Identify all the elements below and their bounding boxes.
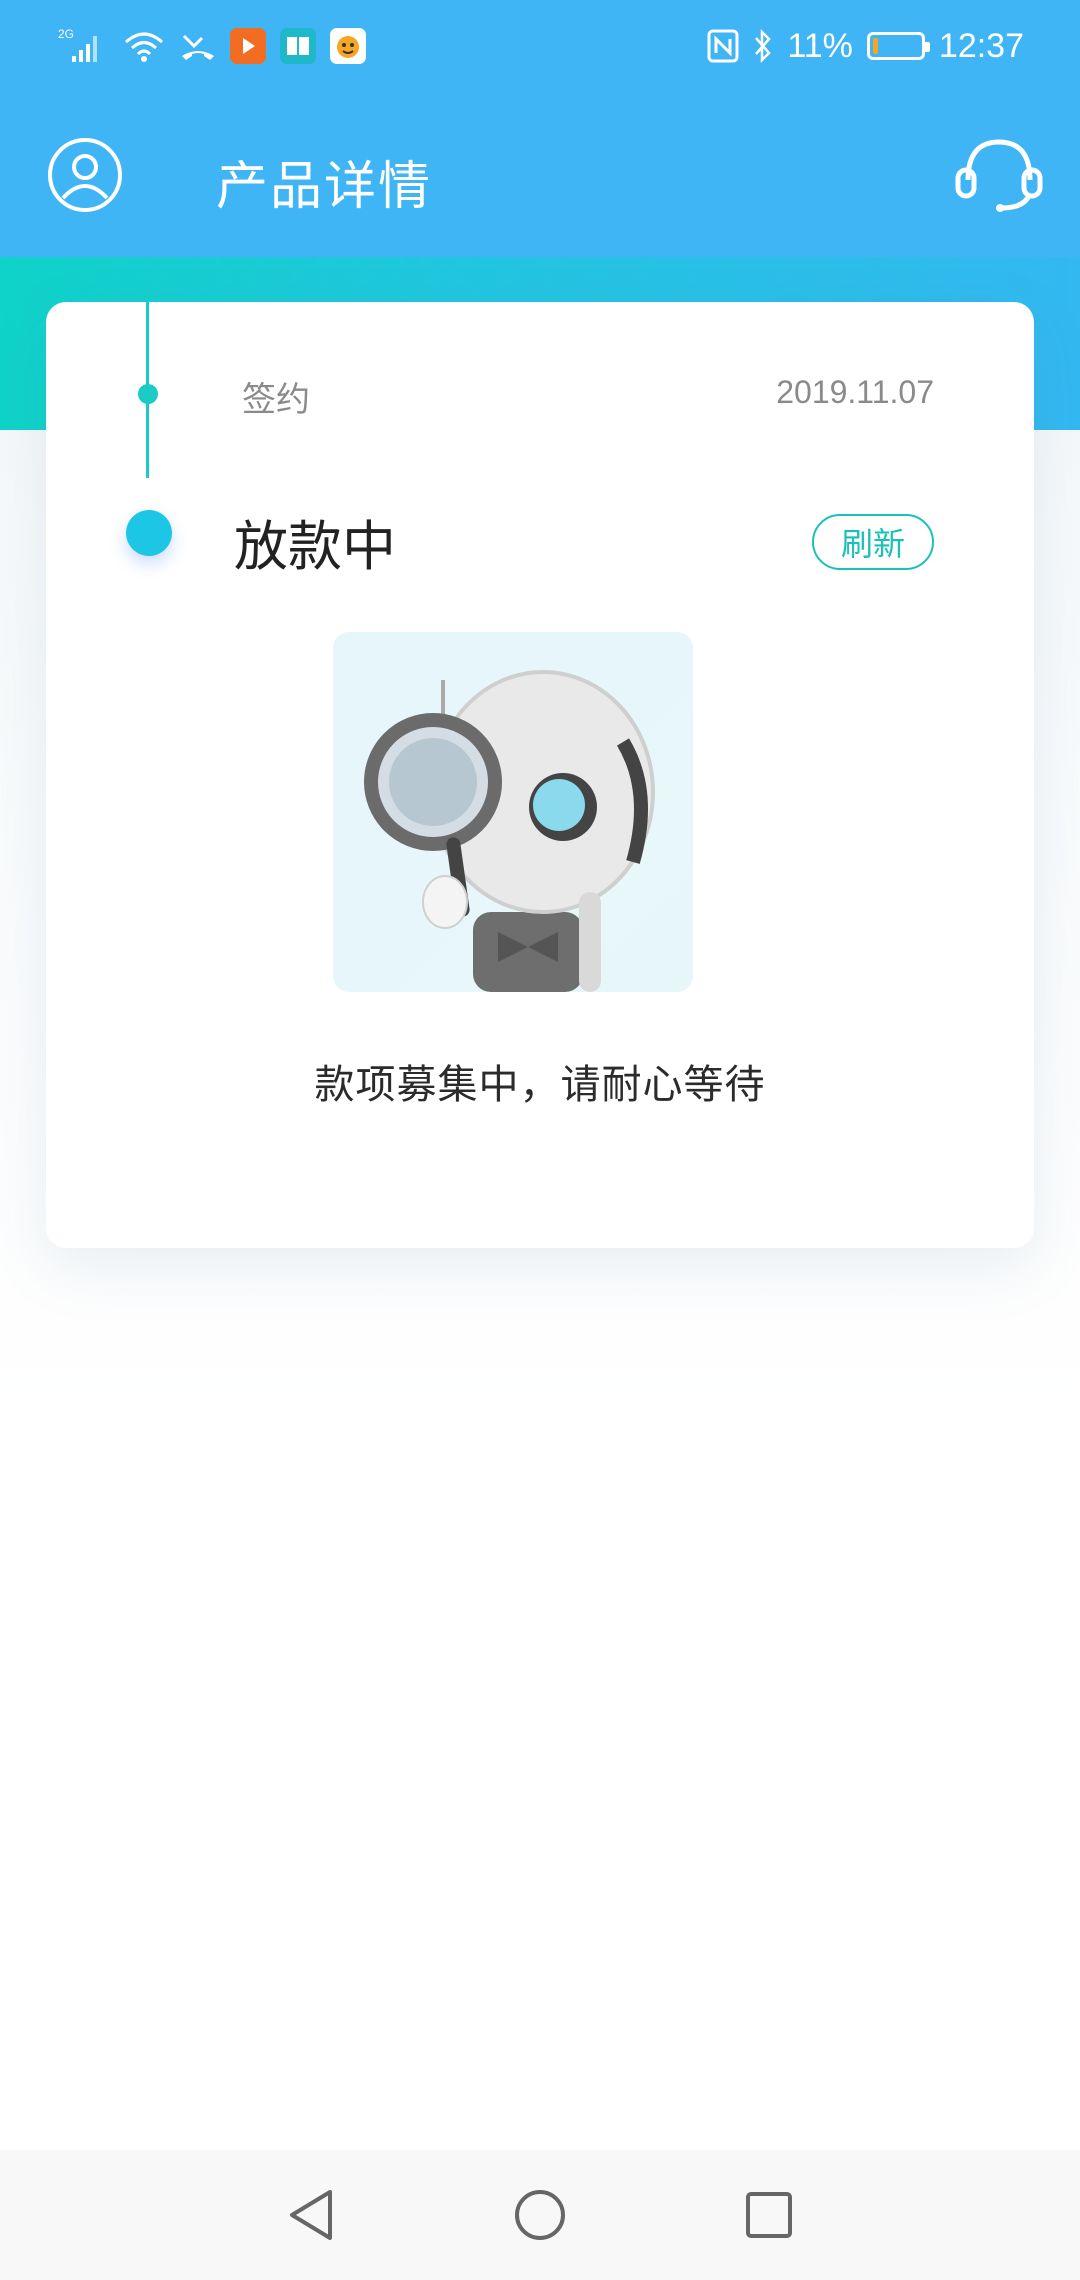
step-signing-date: 2019.11.07 <box>776 374 934 410</box>
timeline-dot-completed <box>138 384 158 404</box>
status-message: 款项募集中，请耐心等待 <box>314 1062 766 1108</box>
step-signing-label: 签约 <box>242 380 310 420</box>
product-detail-screen: 2G 11% 12:37 产品详情 签约 2019.11.07 放款中 刷新 款… <box>0 0 1080 2280</box>
video-app-icon <box>230 28 266 64</box>
back-triangle-icon[interactable] <box>276 2180 346 2250</box>
network-type: 2G <box>58 27 74 41</box>
status-bar-right: 11% 12:37 <box>707 27 1024 66</box>
signal-icon: 2G <box>58 26 108 66</box>
user-profile-icon[interactable] <box>46 136 124 214</box>
bluetooth-icon <box>753 29 773 63</box>
robot-magnifier-illustration <box>333 632 693 992</box>
book-app-icon <box>280 28 316 64</box>
status-bar: 2G 11% 12:37 <box>0 0 1080 92</box>
missed-call-icon <box>180 28 216 64</box>
status-bar-left: 2G <box>58 26 366 66</box>
refresh-button[interactable]: 刷新 <box>812 514 934 570</box>
customer-service-headset-icon[interactable] <box>954 136 1044 216</box>
battery-percentage: 11% <box>787 26 853 65</box>
cartoon-app-icon <box>330 28 366 64</box>
timeline-dot-current <box>126 510 172 556</box>
battery-level-fill <box>872 38 878 54</box>
home-circle-icon[interactable] <box>505 2180 575 2250</box>
page-title: 产品详情 <box>216 157 433 217</box>
nfc-icon <box>707 29 739 63</box>
clock: 12:37 <box>938 26 1024 65</box>
loan-status-card: 签约 2019.11.07 放款中 刷新 款项募集中，请耐心等待 <box>46 302 1034 1248</box>
recent-square-icon[interactable] <box>734 2180 804 2250</box>
wifi-icon <box>122 28 166 64</box>
battery-icon <box>866 32 930 60</box>
step-disbursing-label: 放款中 <box>234 515 396 578</box>
system-navigation-bar <box>0 2150 1080 2280</box>
app-header: 产品详情 <box>0 92 1080 257</box>
